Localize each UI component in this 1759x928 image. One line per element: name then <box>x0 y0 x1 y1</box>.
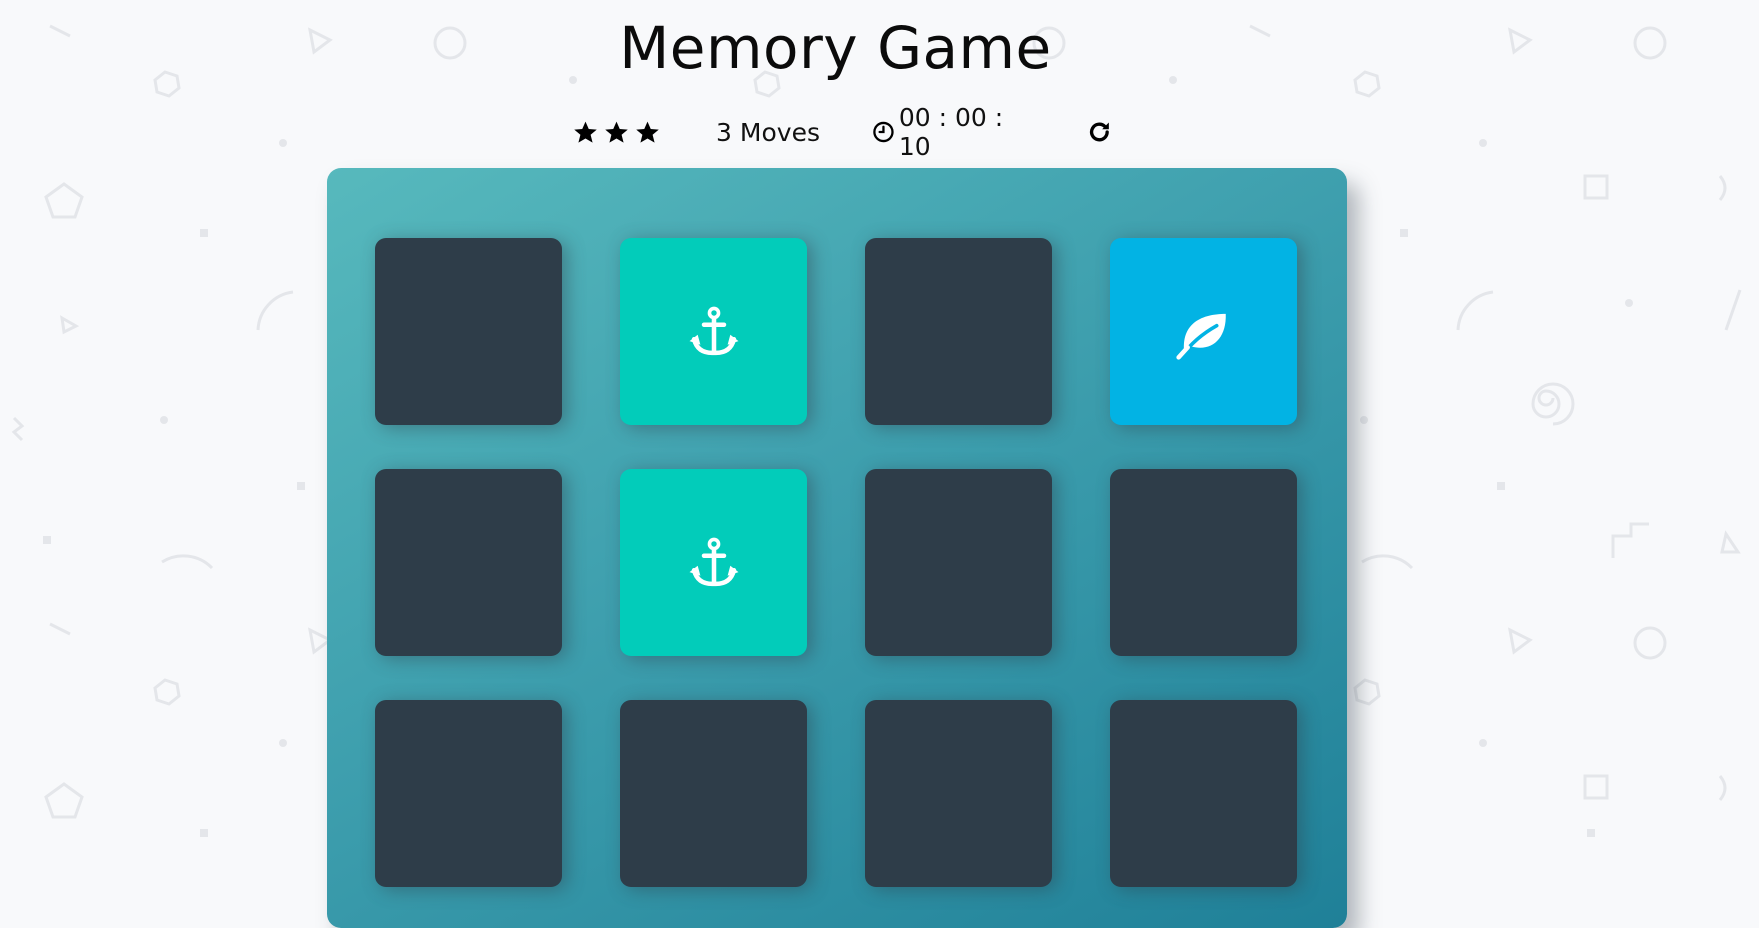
star-icon <box>574 121 597 143</box>
leaf-icon <box>1175 313 1226 360</box>
moves-label: Moves <box>739 117 820 147</box>
star-icon <box>636 121 659 143</box>
card[interactable] <box>375 469 562 656</box>
timer-value: 00 : 00 : 10 <box>898 103 1004 161</box>
card[interactable] <box>865 238 1052 425</box>
card[interactable] <box>865 700 1052 887</box>
card[interactable] <box>375 700 562 887</box>
card[interactable] <box>865 469 1052 656</box>
card[interactable] <box>375 238 562 425</box>
restart-icon[interactable] <box>1086 118 1113 146</box>
timer: 00 : 00 : 10 <box>872 103 1036 161</box>
card[interactable] <box>620 238 807 425</box>
card[interactable] <box>1110 700 1297 887</box>
card-deck <box>327 168 1347 928</box>
score-panel: 3 Moves 00 : 00 : 10 <box>573 103 1113 161</box>
card[interactable] <box>1110 238 1297 425</box>
card[interactable] <box>620 469 807 656</box>
star-rating <box>573 120 660 145</box>
anchor-icon <box>689 306 738 355</box>
anchor-icon <box>689 537 738 586</box>
moves-count: 3 <box>716 117 732 147</box>
moves-counter: 3 Moves <box>716 118 820 147</box>
star-icon <box>605 121 628 143</box>
card[interactable] <box>1110 469 1297 656</box>
clock-icon <box>873 121 894 143</box>
page-title: Memory Game <box>619 14 1052 82</box>
card[interactable] <box>620 700 807 887</box>
